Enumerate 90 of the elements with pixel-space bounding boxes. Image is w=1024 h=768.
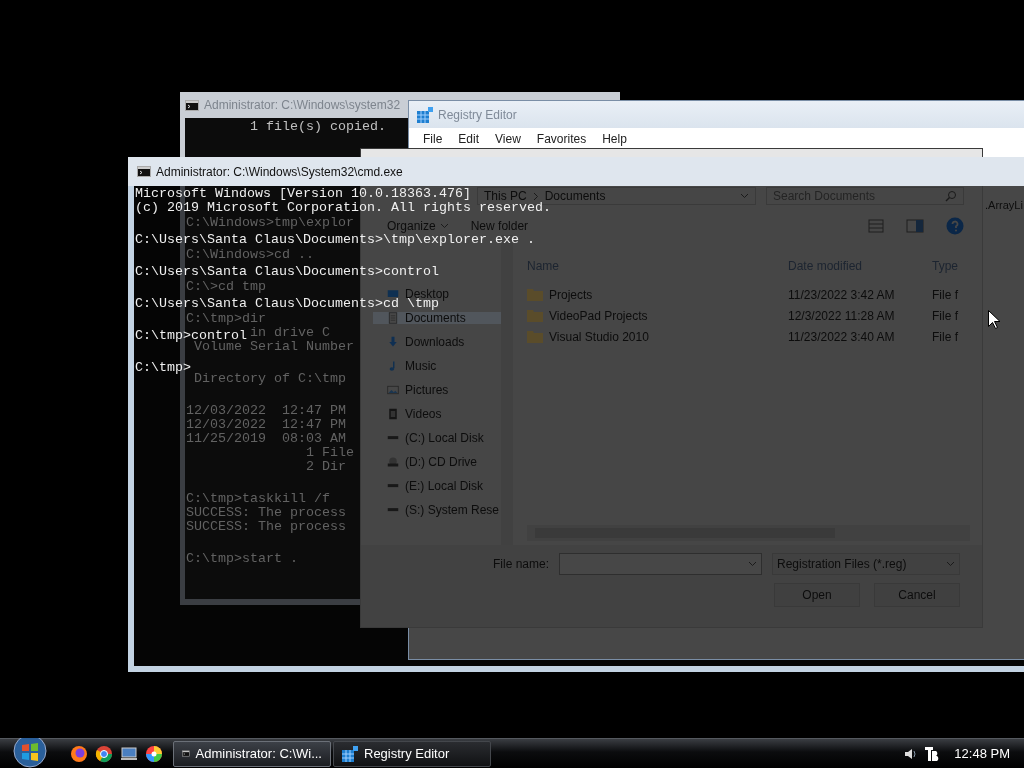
breadcrumb-item[interactable]: This PC xyxy=(484,189,527,203)
console-line: C:\tmp>start . xyxy=(186,553,298,565)
console-icon xyxy=(182,748,190,759)
console-line: 1 file(s) copied. xyxy=(249,121,386,133)
folder-icon xyxy=(527,288,543,301)
value-text: .ArrayLi xyxy=(985,199,1023,211)
nav-item[interactable]: Videos xyxy=(373,408,501,420)
breadcrumb-item[interactable]: Documents xyxy=(544,189,606,203)
console-line: C:\>cd tmp xyxy=(186,281,266,293)
console-line: C:\tmp> xyxy=(135,362,191,374)
console-line: 12/03/2022 12:47 PM xyxy=(186,419,346,431)
monitor-icon xyxy=(387,288,399,300)
file-date: 12/3/2022 11:28 AM xyxy=(788,308,896,323)
file-name: Projects xyxy=(549,287,593,302)
nav-item[interactable]: (D:) CD Drive xyxy=(373,456,501,468)
console-line: Volume Serial Number xyxy=(194,341,354,353)
console-line: 11/25/2019 08:03 AM xyxy=(186,433,346,445)
drive-icon xyxy=(387,436,399,440)
file-name: VideoPad Projects xyxy=(549,308,648,323)
nav-item[interactable]: Downloads xyxy=(373,336,501,348)
console-line: C:\Users\Santa Claus\Documents>control xyxy=(135,266,439,278)
file-row[interactable]: VideoPad Projects 12/3/2022 11:28 AM File f xyxy=(527,305,982,326)
console-line: SUCCESS: The process xyxy=(186,507,346,519)
drive-icon xyxy=(387,508,399,512)
speaker-icon[interactable] xyxy=(904,746,919,761)
chevron-right-icon xyxy=(532,191,539,201)
console-line: (c) 2019 Microsoft Corporation. All rights reserved. xyxy=(135,202,551,214)
menu-item[interactable]: Favorites xyxy=(528,131,595,146)
window-title: Registry Editor xyxy=(438,107,517,122)
console-line: SUCCESS: The process xyxy=(186,521,346,533)
clock-time: 12:48 PM xyxy=(954,746,1010,761)
menu-item[interactable]: Edit xyxy=(450,131,488,146)
picture-frame-icon xyxy=(387,384,399,396)
console-line: 12/03/2022 12:47 PM xyxy=(186,405,346,417)
file-name-field[interactable] xyxy=(559,553,762,575)
file-type: File f xyxy=(932,329,959,344)
dropdown-caret-icon xyxy=(748,561,757,567)
file-date: 11/23/2022 3:40 AM xyxy=(788,329,896,344)
toolbar-button[interactable]: Organize xyxy=(387,219,449,233)
file-type: File f xyxy=(932,287,959,302)
console-icon xyxy=(137,166,151,177)
folder-icon xyxy=(527,330,543,343)
nav-item[interactable]: (E:) Local Disk xyxy=(373,480,501,492)
color-wheel-icon[interactable] xyxy=(145,744,163,763)
taskbar-button[interactable]: Registry Editor xyxy=(333,740,491,767)
film-icon xyxy=(387,408,399,420)
search-icon xyxy=(945,190,957,202)
folder-icon xyxy=(527,309,543,322)
file-name: Visual Studio 2010 xyxy=(549,329,649,344)
dropdown-caret-icon xyxy=(439,223,449,229)
browser-icon[interactable] xyxy=(70,744,88,763)
console-line: Directory of C:\tmp xyxy=(193,373,346,385)
registry-icon xyxy=(342,745,358,762)
console-line: Microsoft Windows [Version 10.0.18363.476] xyxy=(135,188,471,200)
nav-item[interactable]: (S:) System Rese xyxy=(373,504,501,516)
console-icon xyxy=(185,99,199,111)
file-date: 11/23/2022 3:42 AM xyxy=(788,287,896,302)
console-line: C:\Windows>cd .. xyxy=(186,249,314,261)
console-line: C:\tmp>taskkill /f xyxy=(186,493,330,505)
nav-item[interactable]: Documents xyxy=(373,312,501,324)
nav-item[interactable]: (C:) Local Disk xyxy=(373,432,501,444)
console-line: C:\Windows>tmp\explor xyxy=(186,217,354,229)
window-title: Administrator: C:\Windows\System32\cmd.exe xyxy=(156,164,403,179)
console-line: 2 Dir xyxy=(304,461,346,473)
drive-icon xyxy=(387,456,399,468)
file-type: File f xyxy=(932,308,959,323)
nav-item[interactable]: Pictures xyxy=(373,384,501,396)
app-logo-icon[interactable] xyxy=(924,745,941,762)
menu-item[interactable]: Help xyxy=(594,131,635,146)
browser-icon[interactable] xyxy=(95,744,113,763)
menu-item[interactable]: File xyxy=(415,131,451,146)
registry-icon xyxy=(417,106,433,123)
dropdown-caret-icon xyxy=(946,561,955,567)
dropdown-caret-icon xyxy=(740,193,749,199)
file-row[interactable]: Projects 11/23/2022 3:42 AM File f xyxy=(527,284,982,305)
window-title: Administrator: C:\Windows\system32 xyxy=(204,98,401,112)
console-line: 1 File xyxy=(304,447,354,459)
menu-item[interactable]: View xyxy=(487,131,529,146)
toolbar-button[interactable]: New folder xyxy=(470,219,529,233)
console-line: C:\tmp>control xyxy=(135,330,247,342)
mouse-cursor-icon xyxy=(988,310,1000,329)
nav-item[interactable]: Music xyxy=(373,360,501,372)
file-row[interactable]: Visual Studio 2010 11/23/2022 3:40 AM File f xyxy=(527,326,982,347)
computer-icon[interactable] xyxy=(120,744,138,763)
taskbar-button[interactable]: Administrator: C:\Wi... xyxy=(173,740,331,767)
download-arrow-icon xyxy=(387,336,399,348)
console-line: C:\Users\Santa Claus\Documents>\tmp\explorer.exe . xyxy=(135,234,535,246)
console-line: C:\tmp>dir xyxy=(186,313,266,325)
drive-icon xyxy=(387,484,399,488)
document-icon xyxy=(387,312,399,324)
